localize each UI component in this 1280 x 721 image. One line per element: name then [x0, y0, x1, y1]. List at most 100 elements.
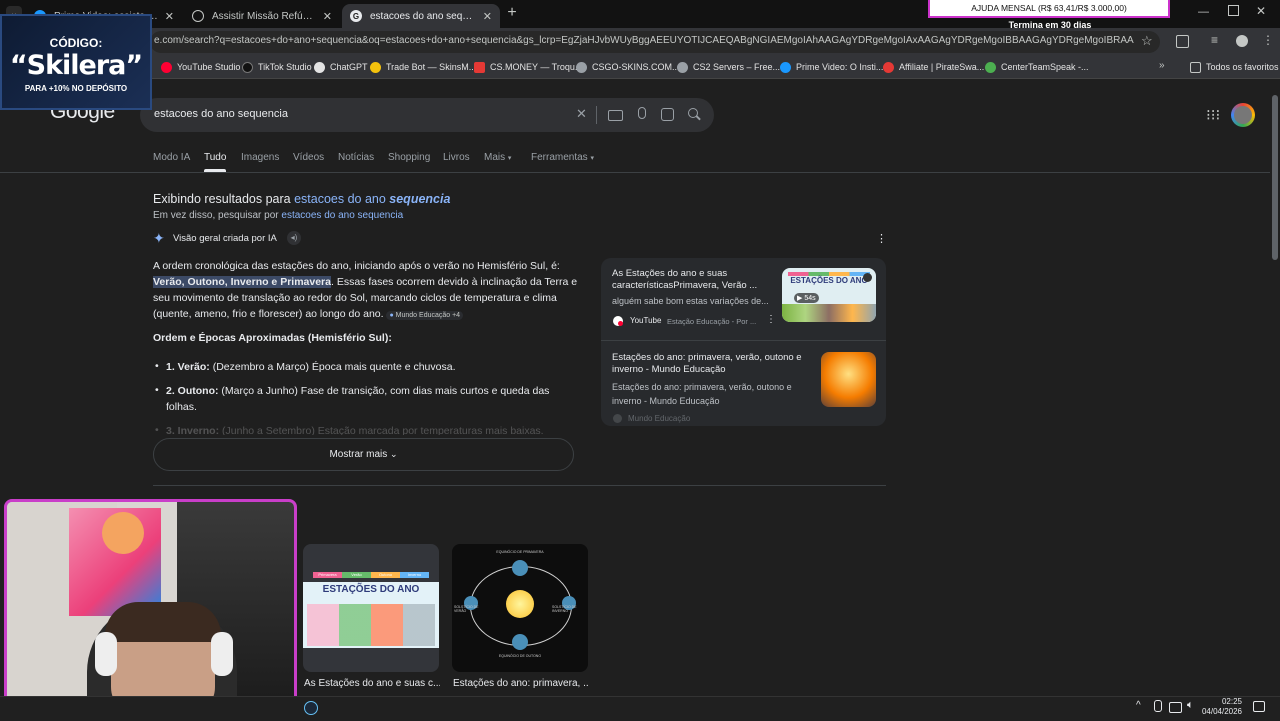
- section-divider: [153, 485, 886, 486]
- teamspeak-icon: [985, 61, 996, 73]
- address-url[interactable]: e.com/search?q=estacoes+do+ano+sequencia…: [154, 35, 1134, 46]
- bookmark-chatgpt[interactable]: ChatGPT: [314, 58, 368, 76]
- extensions-icon[interactable]: [1176, 35, 1189, 48]
- source-title[interactable]: Estações do ano: primavera, verão, outon…: [612, 352, 807, 376]
- bookmark-cs-money[interactable]: CS.MONEY — Troqu...: [474, 58, 582, 76]
- showing-results-for: Exibindo resultados para estacoes do ano…: [153, 192, 451, 206]
- tab-google-search[interactable]: G estacoes do ano sequencia - Pe ✕: [342, 4, 500, 28]
- folder-icon: [1190, 61, 1201, 73]
- close-icon[interactable]: ✕: [323, 10, 332, 23]
- tab-imagens[interactable]: Imagens: [241, 152, 279, 163]
- microphone-icon[interactable]: [638, 107, 646, 119]
- source-title[interactable]: As Estações do ano e suas característica…: [612, 268, 772, 292]
- original-query-link[interactable]: estacoes do ano sequencia: [281, 210, 403, 221]
- notifications-icon[interactable]: [1253, 701, 1265, 712]
- tiktok-icon: [242, 61, 253, 73]
- bookmark-prime-video[interactable]: Prime Video: O Insti...: [780, 58, 883, 76]
- image-result-card[interactable]: Primavera Verão Outono Inverno ESTAÇÕES …: [303, 544, 439, 672]
- bullet-dot: •: [155, 360, 159, 372]
- clock-time: 02:25: [1221, 697, 1242, 706]
- star-icon[interactable]: ☆: [1141, 33, 1153, 49]
- bookmark-csgo-skins[interactable]: CSGO-SKINS.COM...: [576, 58, 680, 76]
- bookmark-all-favorites[interactable]: Todos os favoritos: [1190, 58, 1279, 76]
- autumn-thumbnail[interactable]: [821, 352, 876, 407]
- earth-icon: [512, 634, 528, 650]
- speaker-icon[interactable]: ◂): [287, 231, 301, 245]
- search-input[interactable]: estacoes do ano sequencia: [154, 108, 288, 120]
- poster-character: [102, 512, 144, 554]
- minimize-icon[interactable]: —: [1198, 6, 1209, 18]
- tab-mais[interactable]: Mais ▾: [484, 152, 511, 163]
- youtube-icon: [613, 316, 623, 326]
- source-site: YouTube: [630, 316, 662, 325]
- earth-icon: [512, 560, 528, 576]
- ai-highlight: Verão, Outono, Inverno e Primavera: [153, 276, 331, 288]
- season-tags: Primavera Verão Outono Inverno: [313, 572, 429, 578]
- tab-tudo[interactable]: Tudo: [204, 152, 226, 163]
- close-icon[interactable]: ✕: [165, 10, 174, 23]
- steam-icon[interactable]: [304, 701, 318, 715]
- more-options-icon[interactable]: ⋮: [876, 232, 887, 245]
- scrollbar-thumb[interactable]: [1272, 95, 1278, 260]
- new-tab-button[interactable]: +: [504, 5, 520, 21]
- search-divider: [596, 106, 597, 124]
- media-icon[interactable]: ≡: [1211, 33, 1218, 47]
- diagram-label: SOLSTÍCIO DE VERÃO: [454, 605, 479, 613]
- close-window-icon[interactable]: ✕: [1256, 4, 1266, 18]
- bookmark-youtube-studio[interactable]: YouTube Studio: [161, 58, 240, 76]
- chevron-right-icon[interactable]: »: [1159, 60, 1165, 71]
- image-caption[interactable]: As Estações do ano e suas c...: [304, 678, 440, 689]
- ai-list-item: 2. Outono: (Março a Junho) Fase de trans…: [166, 385, 550, 413]
- season-tag: Verão: [342, 572, 371, 578]
- image-caption[interactable]: Estações do ano: primavera, ...: [453, 678, 589, 689]
- clock[interactable]: 02:25 04/04/2026: [1200, 697, 1242, 717]
- volume-icon[interactable]: 🔈︎: [1187, 699, 1194, 712]
- promo-code-overlay: CÓDIGO: “Skilera” PARA +10% NO DEPÓSITO: [0, 14, 152, 110]
- close-icon[interactable]: ✕: [483, 10, 492, 23]
- tab-modo-ia[interactable]: Modo IA: [153, 152, 190, 163]
- menu-icon[interactable]: ⋮: [1262, 33, 1274, 47]
- google-icon: G: [350, 10, 362, 22]
- restore-icon[interactable]: [1228, 5, 1239, 16]
- tab-shopping[interactable]: Shopping: [388, 152, 430, 163]
- source-video-thumbnail[interactable]: ESTAÇÕES DO ANO ▶ 54s: [782, 268, 876, 322]
- show-more-button[interactable]: Mostrar mais ⌄: [153, 438, 574, 471]
- tab-missao-refugio[interactable]: Assistir Missão Refúgio Online ✕: [184, 4, 340, 28]
- tab-livros[interactable]: Livros: [443, 152, 470, 163]
- tab-videos[interactable]: Vídeos: [293, 152, 324, 163]
- cs-money-icon: [474, 61, 485, 73]
- sun-icon: [506, 590, 534, 618]
- account-avatar[interactable]: [1231, 103, 1255, 127]
- diagram-label: SOLSTÍCIO DE INVERNO: [552, 605, 577, 613]
- keyboard-icon[interactable]: [608, 110, 623, 121]
- source-chip[interactable]: ● Mundo Educação +4: [386, 311, 464, 320]
- tab-noticias[interactable]: Notícias: [338, 152, 374, 163]
- source-menu-icon[interactable]: ⋮: [766, 314, 776, 325]
- bookmark-cs2-servers[interactable]: CS2 Servers – Free...: [677, 58, 780, 76]
- bookmark-trade-bot[interactable]: Trade Bot — SkinsM...: [370, 58, 476, 76]
- bookmark-tiktok-studio[interactable]: TikTok Studio: [242, 58, 312, 76]
- ai-list-item: 1. Verão: (Dezembro a Março) Época mais …: [166, 361, 456, 373]
- microphone-tray-icon[interactable]: [1154, 700, 1162, 712]
- thumb-title: ESTAÇÕES DO ANO: [790, 276, 868, 285]
- lens-icon[interactable]: [661, 108, 674, 121]
- bookmark-pirateswap[interactable]: Affiliate | PirateSwa...: [883, 58, 984, 76]
- csgo-skins-icon: [576, 61, 587, 73]
- channel-avatar: [863, 273, 872, 282]
- corrected-query-link[interactable]: estacoes do ano sequencia: [294, 192, 450, 206]
- headphone-ear-right: [211, 632, 233, 676]
- profile-icon[interactable]: [1236, 35, 1248, 47]
- bookmark-centerteamspeak[interactable]: CenterTeamSpeak -...: [985, 58, 1089, 76]
- taskbar: [0, 696, 1280, 721]
- headphone-ear-left: [95, 632, 117, 676]
- clear-icon[interactable]: ✕: [576, 106, 587, 122]
- network-icon[interactable]: [1169, 702, 1182, 713]
- tab-ferramentas[interactable]: Ferramentas ▾: [531, 152, 594, 163]
- image-result-card[interactable]: EQUINÓCIO DE PRIMAVERA SOLSTÍCIO DE VERÃ…: [452, 544, 588, 672]
- source-site-sub: Estação Educação - Por ...: [667, 317, 757, 326]
- apps-grid-icon[interactable]: ⁝⁝⁝: [1206, 106, 1220, 124]
- chevron-up-icon[interactable]: ^: [1136, 700, 1141, 711]
- trees-illustration: [782, 304, 876, 322]
- video-duration: ▶ 54s: [794, 293, 819, 303]
- caret-down-icon: ▾: [507, 155, 512, 162]
